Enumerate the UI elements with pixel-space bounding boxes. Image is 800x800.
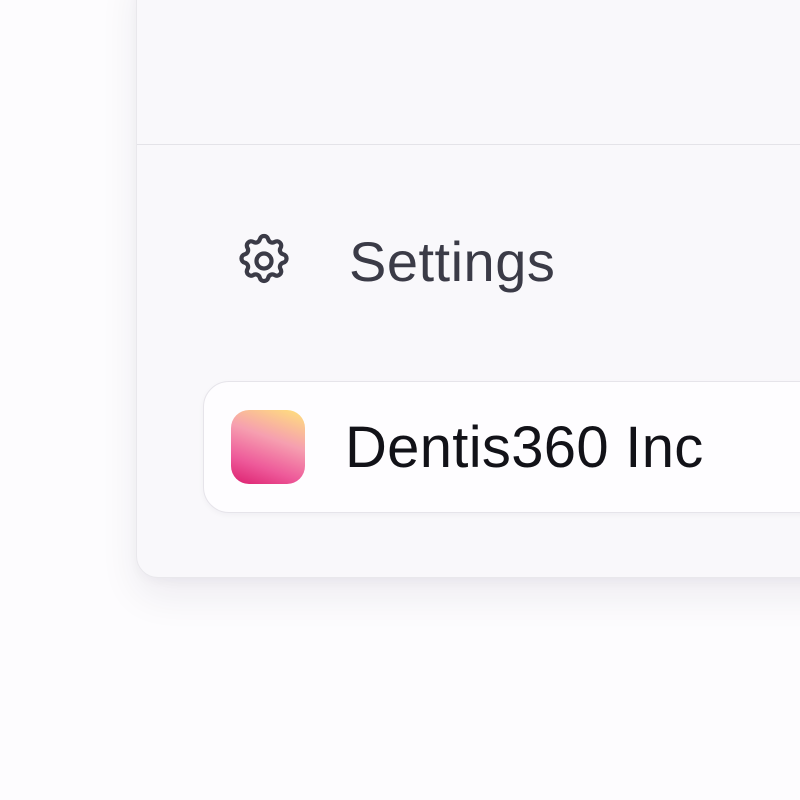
org-logo xyxy=(231,410,305,484)
sidebar-divider xyxy=(137,144,800,145)
sidebar-panel: Settings Dentis360 Inc xyxy=(136,0,800,578)
org-switcher-button[interactable]: Dentis360 Inc xyxy=(203,381,800,513)
gear-icon xyxy=(233,230,295,292)
sidebar-item-settings[interactable]: Settings xyxy=(233,221,555,301)
screen: Settings Dentis360 Inc xyxy=(0,0,800,800)
sidebar-item-label: Settings xyxy=(349,229,556,293)
org-name: Dentis360 Inc xyxy=(345,414,704,480)
